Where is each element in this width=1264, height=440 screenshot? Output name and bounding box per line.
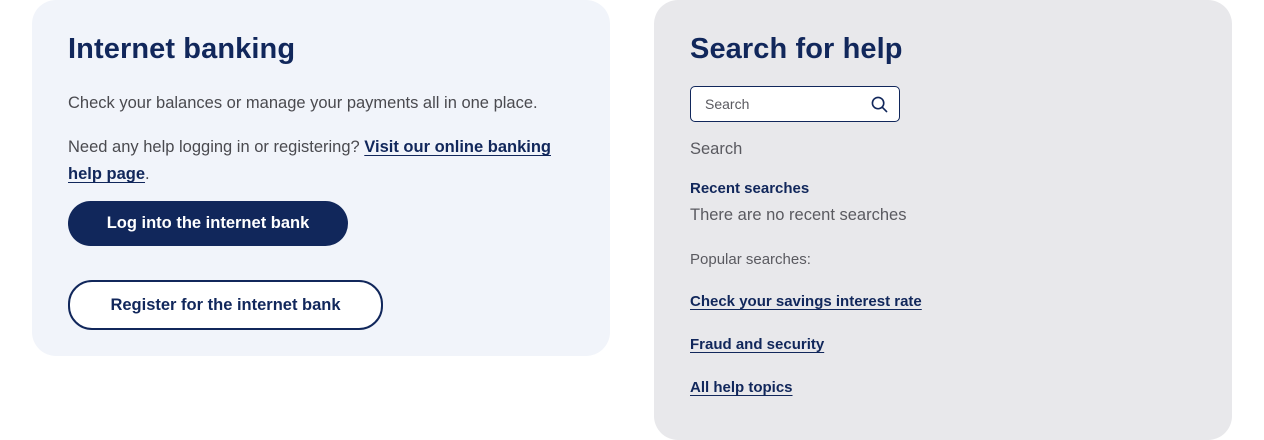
recent-searches-heading: Recent searches <box>690 180 810 197</box>
page: Internet banking Check your balances or … <box>0 0 1264 440</box>
search-button[interactable] <box>859 87 899 121</box>
search-box <box>690 86 900 122</box>
help-suffix: . <box>145 165 150 183</box>
search-dropdown-label: Search <box>690 140 743 158</box>
help-text: Need any help logging in or registering? <box>68 138 365 156</box>
popular-search-link-help-topics[interactable]: All help topics <box>690 379 793 396</box>
search-input[interactable] <box>691 87 859 121</box>
search-icon <box>871 96 887 112</box>
log-in-button[interactable]: Log into the internet bank <box>68 201 348 246</box>
internet-banking-title: Internet banking <box>68 33 296 65</box>
search-help-card: Search for help Search Recent searches T… <box>654 0 1232 440</box>
popular-search-link-savings-rate[interactable]: Check your savings interest rate <box>690 293 922 310</box>
internet-banking-intro: Check your balances or manage your payme… <box>68 94 538 112</box>
internet-banking-card: Internet banking Check your balances or … <box>32 0 610 356</box>
register-button[interactable]: Register for the internet bank <box>68 280 383 330</box>
popular-searches-heading: Popular searches: <box>690 251 811 268</box>
help-paragraph: Need any help logging in or registering?… <box>68 134 574 188</box>
popular-search-link-fraud[interactable]: Fraud and security <box>690 336 824 353</box>
recent-searches-empty: There are no recent searches <box>690 206 907 224</box>
search-help-title: Search for help <box>690 33 903 65</box>
